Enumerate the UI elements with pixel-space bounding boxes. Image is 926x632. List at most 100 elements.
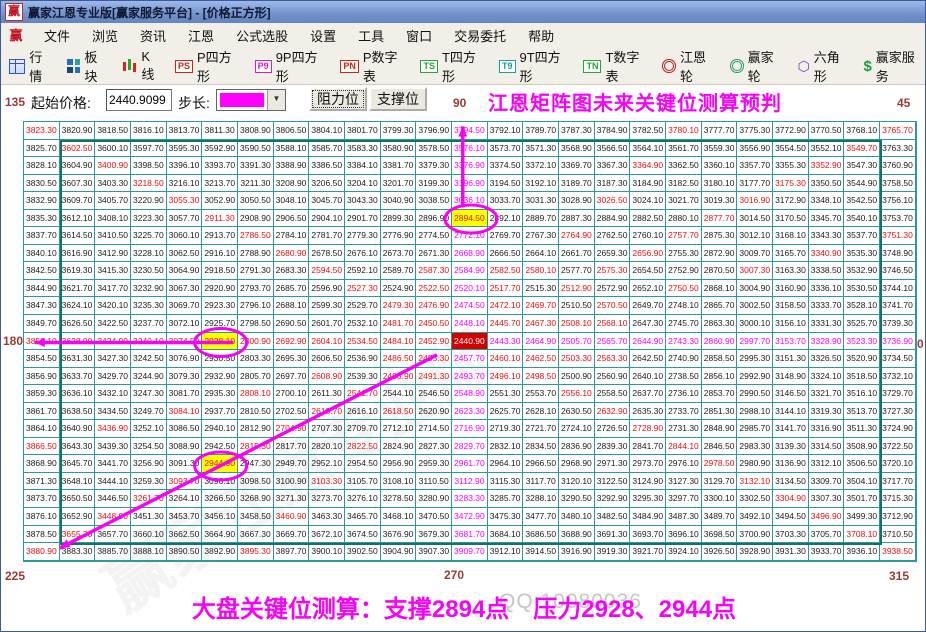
toolbar-item-T四方形[interactable]: TST四方形: [420, 47, 486, 85]
matrix-cell: 2582.50: [488, 262, 524, 280]
matrix-cell: 2719.30: [488, 420, 524, 438]
bottom-caption: 大盘关键位测算：支撑2894点 压力2928、2944点: [1, 589, 926, 624]
menu-item-江恩[interactable]: 江恩: [177, 23, 225, 48]
menu-item-工具[interactable]: 工具: [347, 23, 395, 48]
matrix-cell: 2707.30: [309, 420, 345, 438]
matrix-cell: 2479.30: [381, 297, 417, 315]
matrix-cell: 3199.30: [416, 175, 452, 193]
matrix-cell: 3804.10: [309, 122, 345, 140]
matrix-cell: 2832.10: [488, 438, 524, 456]
toolbar-item-9P四方形[interactable]: P99P四方形: [255, 47, 328, 85]
matrix-cell: 3381.70: [381, 157, 417, 175]
chevron-down-icon[interactable]: ▼: [267, 90, 285, 110]
toolbar-item-9T四方形[interactable]: T99T四方形: [499, 47, 570, 85]
matrix-cell: 3909.70: [452, 543, 488, 561]
matrix-cell: 3691.30: [595, 526, 631, 544]
matrix-cell: 3777.70: [702, 122, 738, 140]
matrix-cell: 3636.10: [60, 385, 96, 403]
matrix-cell: 3667.30: [238, 526, 274, 544]
P数字表-icon: PN: [340, 60, 359, 73]
matrix-cell: 3249.70: [131, 403, 167, 421]
matrix-cell: 3542.50: [844, 192, 880, 210]
menu-item-公式选股[interactable]: 公式选股: [225, 23, 299, 48]
matrix-cell: 2815.30: [238, 438, 274, 456]
matrix-cell: 3628.90: [60, 333, 96, 351]
matrix-cell: 2517.70: [488, 280, 524, 298]
matrix-cell: 3230.50: [131, 262, 167, 280]
toolbar-item-板块[interactable]: 板块: [67, 47, 109, 85]
matrix-cell: 2611.30: [309, 385, 345, 403]
matrix-cell: 3619.30: [60, 262, 96, 280]
matrix-cell: 3698.50: [702, 526, 738, 544]
banner-title: 江恩矩阵图未来关键位测算预判: [488, 87, 782, 116]
menu-item-交易委托[interactable]: 交易委托: [443, 23, 517, 48]
matrix-cell: 3489.70: [702, 508, 738, 526]
matrix-cell: 3048.10: [274, 192, 310, 210]
matrix-cell: 3475.30: [488, 508, 524, 526]
matrix-cell: 2560.90: [595, 368, 631, 386]
matrix-cell: 2450.50: [416, 315, 452, 333]
step-color-dropdown[interactable]: ▼: [216, 89, 286, 111]
matrix-cell: 3242.50: [131, 350, 167, 368]
matrix-cell: 3247.30: [131, 385, 167, 403]
matrix-cell: 2630.50: [559, 403, 595, 421]
matrix-cell: 3136.90: [773, 455, 809, 473]
matrix-cell: 3052.90: [202, 192, 238, 210]
matrix-cell: 3568.90: [559, 140, 595, 158]
matrix-cell: 3237.70: [131, 315, 167, 333]
matrix-cell: 3470.50: [416, 508, 452, 526]
matrix-cell: 3727.30: [880, 403, 916, 421]
matrix-cell: 3441.70: [95, 455, 131, 473]
matrix-cell: 3537.70: [844, 227, 880, 245]
matrix-cell: 2731.30: [666, 420, 702, 438]
menu-item-窗口[interactable]: 窗口: [395, 23, 443, 48]
toolbar-item-赢家服务[interactable]: $赢家服务: [863, 47, 925, 85]
matrix-cell: 3633.70: [60, 368, 96, 386]
matrix-cell: 3362.50: [666, 157, 702, 175]
matrix-cell: 3007.30: [737, 262, 773, 280]
9T四方形-icon: T9: [499, 60, 516, 73]
resistance-button[interactable]: 阻力位: [309, 87, 367, 111]
matrix-cell: 3105.70: [345, 473, 381, 491]
matrix-cell: 3372.10: [523, 157, 559, 175]
matrix-cell: 3151.30: [773, 350, 809, 368]
menu-item-浏览[interactable]: 浏览: [81, 23, 129, 48]
menu-item-设置[interactable]: 设置: [299, 23, 347, 48]
support-button[interactable]: 支撑位: [369, 87, 427, 111]
matrix-cell: 2952.10: [309, 455, 345, 473]
matrix-cell: 3302.50: [737, 490, 773, 508]
menu-item-资讯[interactable]: 资讯: [129, 23, 177, 48]
matrix-cell: 2601.70: [309, 315, 345, 333]
start-price-input[interactable]: [106, 89, 172, 111]
menu-item-帮助[interactable]: 帮助: [517, 23, 565, 48]
toolbar-item-K线[interactable]: K线: [122, 49, 162, 83]
matrix-cell: 2618.50: [381, 403, 417, 421]
matrix-cell: 2894.50: [452, 210, 488, 228]
toolbar-item-P四方形[interactable]: PSP四方形: [175, 47, 242, 85]
matrix-cell: 3196.90: [452, 175, 488, 193]
matrix-cell: 2500.90: [559, 368, 595, 386]
matrix-cell: 2964.10: [488, 455, 524, 473]
toolbar-item-P数字表[interactable]: PNP数字表: [340, 47, 407, 85]
matrix-cell: 3688.90: [559, 526, 595, 544]
matrix-cell: 3818.50: [95, 122, 131, 140]
toolbar-item-赢家轮[interactable]: 赢家轮: [730, 47, 785, 85]
matrix-cell: 2488.90: [381, 368, 417, 386]
matrix-cell: 3098.50: [238, 473, 274, 491]
toolbar-item-行情[interactable]: 行情: [9, 47, 54, 85]
matrix-cell: 3626.50: [60, 315, 96, 333]
toolbar-item-江恩轮[interactable]: 江恩轮: [662, 47, 717, 85]
matrix-cell: 2565.70: [595, 333, 631, 351]
matrix-cell: 2728.90: [630, 420, 666, 438]
matrix-cell: 3124.90: [630, 473, 666, 491]
matrix-cell: 3931.30: [773, 543, 809, 561]
menu-item-文件[interactable]: 文件: [33, 23, 81, 48]
matrix-cell: 2647.30: [630, 315, 666, 333]
matrix-cell: 3189.70: [559, 175, 595, 193]
matrix-cell: 2508.10: [559, 315, 595, 333]
matrix-cell: 3122.50: [595, 473, 631, 491]
matrix-cell: 2978.50: [702, 455, 738, 473]
toolbar-item-六角形[interactable]: ⬡六角形: [798, 47, 851, 85]
matrix-cell: 3825.70: [24, 140, 60, 158]
toolbar-item-T数字表[interactable]: TNT数字表: [583, 47, 649, 85]
